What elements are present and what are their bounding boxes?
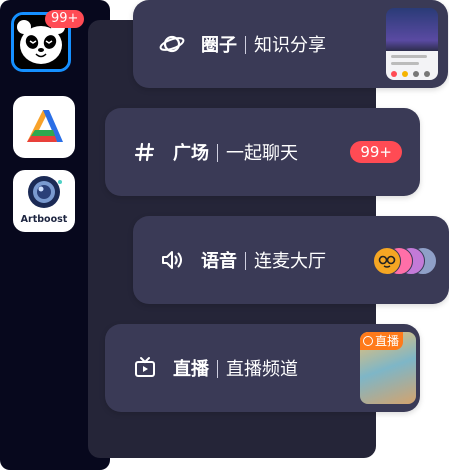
card-subtitle: 连麦大厅 [254, 251, 326, 272]
card-subtitle: 一起聊天 [226, 143, 298, 164]
hashtag-icon [134, 142, 155, 162]
card-subtitle: 知识分享 [254, 35, 326, 56]
participant-avatars [373, 247, 437, 275]
artboost-label: Artboost [20, 214, 68, 225]
notification-badge: 99+ [45, 10, 85, 28]
live-tag: 直播 [360, 332, 404, 350]
reaction-icons [391, 71, 430, 77]
card-label: 语音 连麦大厅 [201, 247, 326, 273]
channel-card-voice[interactable]: 语音 连麦大厅 [133, 216, 449, 304]
unread-badge: 99+ [350, 141, 402, 163]
glasses-face-icon [378, 255, 396, 268]
card-title: 广场 [173, 143, 209, 164]
channel-card-plaza[interactable]: 广场 一起聊天 99+ [105, 108, 420, 196]
post-thumbnail [386, 8, 438, 80]
card-label: 圈子 知识分享 [201, 31, 326, 57]
astronaut-icon [28, 176, 62, 208]
planet-icon [159, 35, 185, 53]
card-subtitle: 直播频道 [226, 359, 298, 380]
card-title: 直播 [173, 359, 209, 380]
card-title: 圈子 [201, 35, 237, 56]
channel-card-live[interactable]: 直播 直播频道 直播 [105, 324, 420, 412]
card-title: 语音 [201, 251, 237, 272]
channel-card-circle[interactable]: 圈子 知识分享 [133, 0, 448, 88]
avatar [373, 247, 401, 275]
tv-icon [135, 357, 155, 377]
analytics-app-icon[interactable] [13, 96, 75, 158]
analytics-icon [27, 110, 63, 142]
live-tag-label: 直播 [375, 334, 400, 348]
speaker-icon [162, 251, 182, 269]
card-label: 直播 直播频道 [173, 355, 298, 381]
live-thumbnail: 直播 [360, 332, 416, 404]
artboost-app-icon[interactable]: Artboost [13, 170, 75, 232]
card-label: 广场 一起聊天 [173, 139, 298, 165]
